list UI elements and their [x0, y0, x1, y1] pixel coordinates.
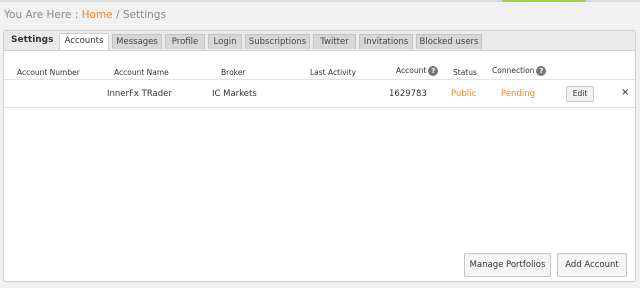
breadcrumb-home-link[interactable]: Home — [82, 9, 113, 21]
help-icon[interactable]: ? — [428, 66, 439, 76]
edit-button[interactable]: Edit — [566, 86, 594, 102]
breadcrumb: You Are Here : Home / Settings — [4, 9, 166, 21]
header-status: Status — [453, 68, 477, 77]
settings-panel: Settings Accounts Messages Profile Login… — [3, 30, 636, 282]
tab-accounts[interactable]: Accounts — [59, 33, 109, 50]
tab-invitations[interactable]: Invitations — [359, 34, 413, 49]
help-icon[interactable]: ? — [536, 66, 547, 76]
header-connection-label: Connection — [492, 66, 535, 75]
tab-profile[interactable]: Profile — [165, 34, 205, 49]
add-account-button[interactable]: Add Account — [557, 253, 627, 277]
top-accent-bar — [502, 0, 586, 2]
close-icon[interactable]: × — [621, 87, 629, 98]
tab-subscriptions[interactable]: Subscriptions — [245, 34, 310, 49]
tab-login[interactable]: Login — [208, 34, 242, 49]
tab-twitter[interactable]: Twitter — [313, 34, 356, 49]
header-last-activity: Last Activity — [310, 68, 357, 77]
tab-blocked-users[interactable]: Blocked users — [416, 34, 482, 49]
cell-status: Public — [451, 89, 477, 99]
breadcrumb-prefix: You Are Here : — [4, 9, 82, 21]
header-account-number: Account Number — [17, 68, 80, 77]
cell-broker: IC Markets — [212, 89, 257, 99]
header-broker: Broker — [221, 68, 246, 77]
panel-heading: Settings — [11, 35, 54, 45]
tab-bar: Settings Accounts Messages Profile Login… — [4, 31, 635, 51]
header-account: Account? — [396, 66, 439, 76]
cell-account-name: InnerFx TRader — [107, 89, 172, 99]
tab-messages[interactable]: Messages — [112, 34, 162, 49]
manage-portfolios-button[interactable]: Manage Portfolios — [464, 253, 551, 277]
header-connection: Connection? — [492, 66, 547, 76]
row-divider — [4, 79, 635, 80]
breadcrumb-current: Settings — [122, 9, 166, 21]
row-divider — [4, 107, 635, 108]
cell-account: 1629783 — [389, 89, 427, 99]
breadcrumb-separator: / — [112, 9, 123, 21]
cell-connection: Pending — [501, 89, 535, 99]
header-account-label: Account — [396, 66, 427, 75]
header-account-name: Account Name — [114, 68, 169, 77]
